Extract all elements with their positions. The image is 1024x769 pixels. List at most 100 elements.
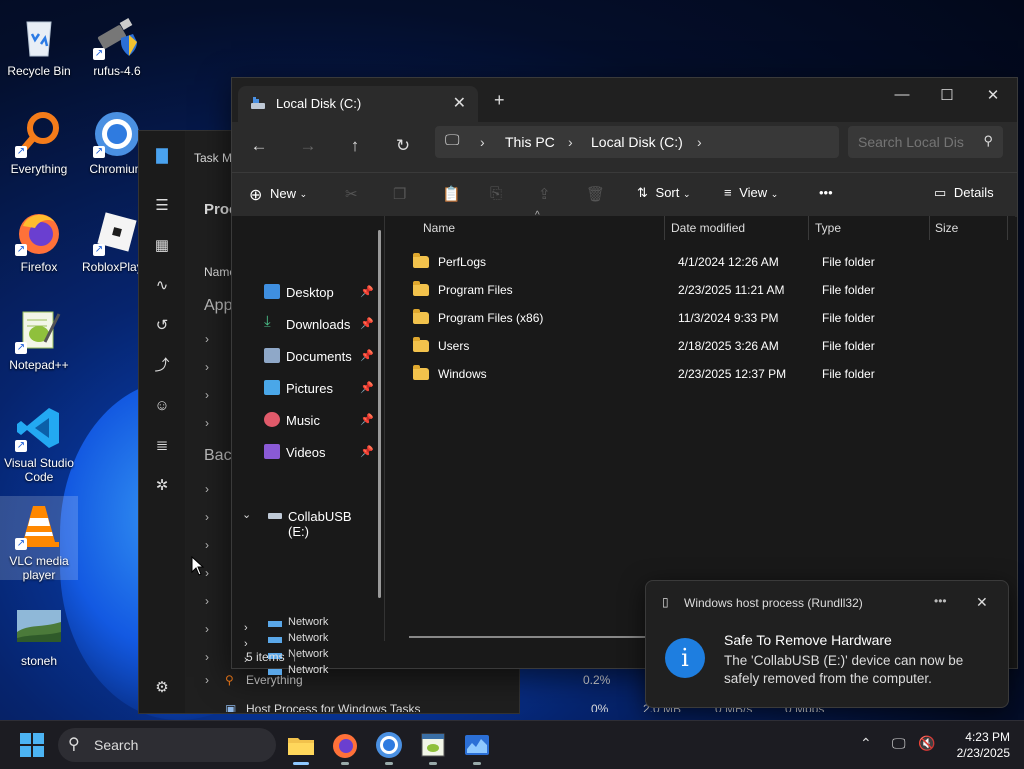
sort-button[interactable]: ⇅ Sort ⌄ <box>637 185 691 201</box>
file-list[interactable]: ^ Name Date modified Type Size PerfLogs … <box>385 210 1015 641</box>
taskbar-firefox[interactable] <box>329 729 361 765</box>
more-options-button[interactable]: ••• <box>819 185 833 200</box>
desktop-icon-notepadpp[interactable]: ↗ Notepad++ <box>0 300 78 372</box>
sidebar-item-pictures[interactable]: Pictures 📌 <box>264 376 374 400</box>
volume-muted-icon[interactable]: 🔇 <box>918 735 935 752</box>
process-name: Host Process for Windows Tasks <box>246 702 421 712</box>
processes-icon[interactable]: ▦ <box>153 237 171 255</box>
column-header-size[interactable]: Size <box>935 216 958 240</box>
file-row[interactable]: Program Files (x86) 11/3/2024 9:33 PM Fi… <box>409 304 1009 332</box>
sidebar-scrollbar[interactable] <box>378 230 381 598</box>
sidebar-item-network[interactable]: Network <box>288 616 328 628</box>
navigation-pane[interactable]: Desktop 📌 ⤓ Downloads 📌 Documents 📌 Pict… <box>232 216 385 676</box>
taskbar-task-manager[interactable] <box>461 729 493 765</box>
horizontal-scrollbar[interactable] <box>409 636 649 638</box>
users-icon[interactable]: ☺ <box>153 397 171 415</box>
desktop-icon-vlc[interactable]: ↗ VLC media player <box>0 496 78 582</box>
sidebar-item-desktop[interactable]: Desktop 📌 <box>264 280 374 304</box>
forward-button[interactable]: → <box>296 136 320 156</box>
maximize-button[interactable]: ☐ <box>932 86 962 104</box>
app-history-icon[interactable]: ↺ <box>153 317 171 335</box>
desktop-icon-stoneh[interactable]: stoneh <box>0 596 78 668</box>
tab-local-disk[interactable]: Local Disk (C:) ✕ <box>238 86 478 122</box>
performance-icon[interactable]: ∿ <box>153 277 171 295</box>
breadcrumb-this-pc[interactable]: This PC <box>505 134 555 150</box>
column-divider[interactable] <box>808 216 809 240</box>
taskbar-notepadpp[interactable] <box>417 729 449 765</box>
column-header-date[interactable]: Date modified <box>671 216 745 240</box>
column-divider[interactable] <box>929 216 930 240</box>
network-status-icon[interactable]: 🖵 <box>892 735 906 752</box>
search-box[interactable]: ⚲ <box>848 126 1003 158</box>
chevron-down-icon[interactable]: ⌄ <box>242 508 251 521</box>
close-window-button[interactable]: ✕ <box>978 86 1008 104</box>
process-cpu: 0.2% <box>583 673 611 687</box>
hamburger-menu-icon[interactable]: ☰ <box>153 197 171 215</box>
explorer-titlebar[interactable]: Local Disk (C:) ✕ + — ☐ ✕ <box>232 78 1017 122</box>
pin-icon[interactable]: 📌 <box>360 445 374 458</box>
file-row[interactable]: Users 2/18/2025 3:26 AM File folder <box>409 332 1009 360</box>
sidebar-item-label: Pictures <box>286 381 333 396</box>
view-button[interactable]: ≡ View ⌄ <box>724 185 778 200</box>
pin-icon[interactable]: 📌 <box>360 317 374 330</box>
file-row[interactable]: Program Files 2/23/2025 11:21 AM File fo… <box>409 276 1009 304</box>
details-list-icon[interactable]: ≣ <box>153 437 171 455</box>
paste-icon[interactable]: 📋 <box>442 185 461 203</box>
details-pane-button[interactable]: ▭ Details <box>934 185 994 201</box>
toast-notification[interactable]: ▯ Windows host process (Rundll32) ••• ✕ … <box>645 580 1009 708</box>
notepadpp-icon: ↗ <box>15 306 63 354</box>
up-button[interactable]: ↑ <box>343 136 367 156</box>
taskbar-search[interactable]: ⚲ Search <box>58 728 276 762</box>
refresh-button[interactable]: ↻ <box>391 136 415 156</box>
file-name: Users <box>438 339 470 353</box>
desktop-icon-recycle-bin[interactable]: Recycle Bin <box>0 6 78 78</box>
sidebar-item-downloads[interactable]: ⤓ Downloads 📌 <box>264 312 374 336</box>
settings-gear-icon[interactable]: ⚙ <box>153 679 171 697</box>
desktop-icon-firefox[interactable]: ↗ Firefox <box>0 202 78 274</box>
toast-more-button[interactable]: ••• <box>934 594 947 608</box>
sidebar-item-music[interactable]: Music 📌 <box>264 408 374 432</box>
rename-icon[interactable]: ⎘ <box>490 185 502 202</box>
delete-icon[interactable]: 🗑 <box>586 185 605 203</box>
startup-apps-icon[interactable]: ⤴ <box>153 357 171 375</box>
sidebar-item-collabusb[interactable]: ⌄ CollabUSB (E:) <box>242 504 374 539</box>
search-input[interactable] <box>856 132 978 152</box>
chevron-right-icon[interactable]: › <box>697 134 702 150</box>
column-divider[interactable] <box>664 216 665 240</box>
column-header-name[interactable]: Name <box>423 216 455 240</box>
pin-icon[interactable]: 📌 <box>360 285 374 298</box>
breadcrumb-local-disk[interactable]: Local Disk (C:) <box>591 134 683 150</box>
chevron-right-icon[interactable]: › <box>244 622 248 634</box>
pin-icon[interactable]: 📌 <box>360 413 374 426</box>
services-icon[interactable]: ✲ <box>153 477 171 495</box>
toast-close-button[interactable]: ✕ <box>976 594 988 611</box>
file-row[interactable]: Windows 2/23/2025 12:37 PM File folder <box>409 360 1009 388</box>
share-icon[interactable]: ⇪ <box>538 185 551 203</box>
cut-icon[interactable]: ✂ <box>345 185 358 203</box>
back-button[interactable]: ← <box>247 136 271 156</box>
file-type: File folder <box>822 339 875 353</box>
show-hidden-icons-button[interactable]: ⌃ <box>860 735 872 752</box>
column-header-type[interactable]: Type <box>815 216 841 240</box>
new-button[interactable]: ⊕ New ⌄ <box>249 185 307 205</box>
start-button[interactable] <box>16 729 48 761</box>
clock[interactable]: 4:23 PM 2/23/2025 <box>944 729 1010 761</box>
sidebar-item-documents[interactable]: Documents 📌 <box>264 344 374 368</box>
column-divider[interactable] <box>1007 216 1008 240</box>
taskbar-file-explorer[interactable] <box>285 729 317 765</box>
running-indicator <box>429 762 437 765</box>
pin-icon[interactable]: 📌 <box>360 381 374 394</box>
sidebar-item-videos[interactable]: Videos 📌 <box>264 440 374 464</box>
copy-icon[interactable]: ❐ <box>393 185 406 203</box>
taskbar-chromium[interactable] <box>373 729 405 765</box>
file-row[interactable]: PerfLogs 4/1/2024 12:26 AM File folder <box>409 248 1009 276</box>
desktop-icon-everything[interactable]: ↗ Everything <box>0 104 78 176</box>
desktop-icon-rufus[interactable]: ↗ rufus-4.6 <box>78 6 156 78</box>
close-tab-icon[interactable]: ✕ <box>453 93 466 113</box>
pin-icon[interactable]: 📌 <box>360 349 374 362</box>
address-bar[interactable]: 🖵 › This PC › Local Disk (C:) › <box>435 126 839 158</box>
minimize-button[interactable]: — <box>887 86 917 103</box>
new-tab-button[interactable]: + <box>494 90 505 111</box>
chevron-right-icon: › <box>568 134 573 150</box>
desktop-icon-vscode[interactable]: ↗ Visual Studio Code <box>0 398 78 484</box>
